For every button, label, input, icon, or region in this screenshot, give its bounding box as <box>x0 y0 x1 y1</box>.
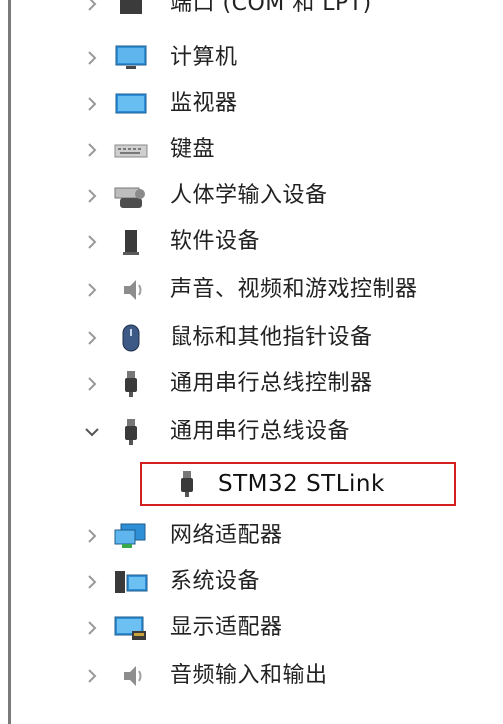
chevron-right-icon[interactable] <box>82 326 102 350</box>
keyboard-icon <box>114 136 148 164</box>
tree-item-system-devices[interactable]: 系统设备 <box>0 562 503 602</box>
tree-item-audio-io[interactable]: 音频输入和输出 <box>0 656 503 696</box>
tree-item-sound-video-game[interactable]: 声音、视频和游戏控制器 <box>0 270 503 310</box>
chevron-right-icon[interactable] <box>82 372 102 396</box>
tree-item-label: 通用串行总线设备 <box>170 419 351 444</box>
tree-item-computer[interactable]: 计算机 <box>0 38 503 78</box>
chevron-right-icon[interactable] <box>82 230 102 254</box>
chevron-right-icon[interactable] <box>82 616 102 640</box>
tree-item-label: 音频输入和输出 <box>170 663 328 688</box>
tree-item-keyboard[interactable]: 键盘 <box>0 130 503 170</box>
chevron-right-icon[interactable] <box>82 664 102 688</box>
tree-item-label: 网络适配器 <box>170 523 283 548</box>
chevron-right-icon[interactable] <box>82 570 102 594</box>
tree-item-ports[interactable]: 端口 (COM 和 LPT) <box>0 0 503 24</box>
chevron-right-icon[interactable] <box>82 138 102 162</box>
chevron-right-icon[interactable] <box>82 92 102 116</box>
system-device-icon <box>114 568 148 596</box>
highlight-box <box>140 462 456 506</box>
tree-item-display-adapters[interactable]: 显示适配器 <box>0 608 503 648</box>
chevron-right-icon[interactable] <box>82 524 102 548</box>
tree-item-label: 端口 (COM 和 LPT) <box>170 0 372 16</box>
speaker-icon <box>114 276 148 304</box>
usb-icon <box>114 370 148 398</box>
tree-item-network-adapters[interactable]: 网络适配器 <box>0 516 503 556</box>
tree-item-software-devices[interactable]: 软件设备 <box>0 222 503 262</box>
port-icon <box>114 0 148 18</box>
network-adapter-icon <box>114 522 148 550</box>
chevron-right-icon[interactable] <box>82 184 102 208</box>
mouse-icon <box>114 324 148 352</box>
tree-item-label: 显示适配器 <box>170 615 283 640</box>
display-adapter-icon <box>114 614 148 642</box>
software-device-icon <box>114 228 148 256</box>
tree-item-label: 监视器 <box>170 91 238 116</box>
usb-icon <box>114 418 148 446</box>
computer-icon <box>114 44 148 72</box>
chevron-right-icon[interactable] <box>82 0 102 16</box>
tree-item-hid[interactable]: 人体学输入设备 <box>0 176 503 216</box>
chevron-down-icon[interactable] <box>82 420 102 444</box>
tree-item-monitor[interactable]: 监视器 <box>0 84 503 124</box>
speaker-icon <box>114 662 148 690</box>
tree-item-usb-controllers[interactable]: 通用串行总线控制器 <box>0 364 503 404</box>
tree-item-label: 软件设备 <box>170 229 261 254</box>
device-tree: 端口 (COM 和 LPT) 计算机 监视器 键盘 人体学输入设备 软件设备 声… <box>0 0 503 724</box>
tree-item-mouse[interactable]: 鼠标和其他指针设备 <box>0 318 503 358</box>
tree-item-label: 系统设备 <box>170 569 261 594</box>
tree-item-label: 人体学输入设备 <box>170 183 328 208</box>
tree-item-label: 声音、视频和游戏控制器 <box>170 277 418 302</box>
tree-item-label: 键盘 <box>170 137 216 162</box>
monitor-icon <box>114 90 148 118</box>
hid-icon <box>114 182 148 210</box>
tree-item-label: 计算机 <box>170 45 238 70</box>
tree-item-label: 通用串行总线控制器 <box>170 371 373 396</box>
chevron-right-icon[interactable] <box>82 46 102 70</box>
chevron-right-icon[interactable] <box>82 278 102 302</box>
tree-item-usb-devices[interactable]: 通用串行总线设备 <box>0 412 503 452</box>
tree-item-label: 鼠标和其他指针设备 <box>170 325 373 350</box>
